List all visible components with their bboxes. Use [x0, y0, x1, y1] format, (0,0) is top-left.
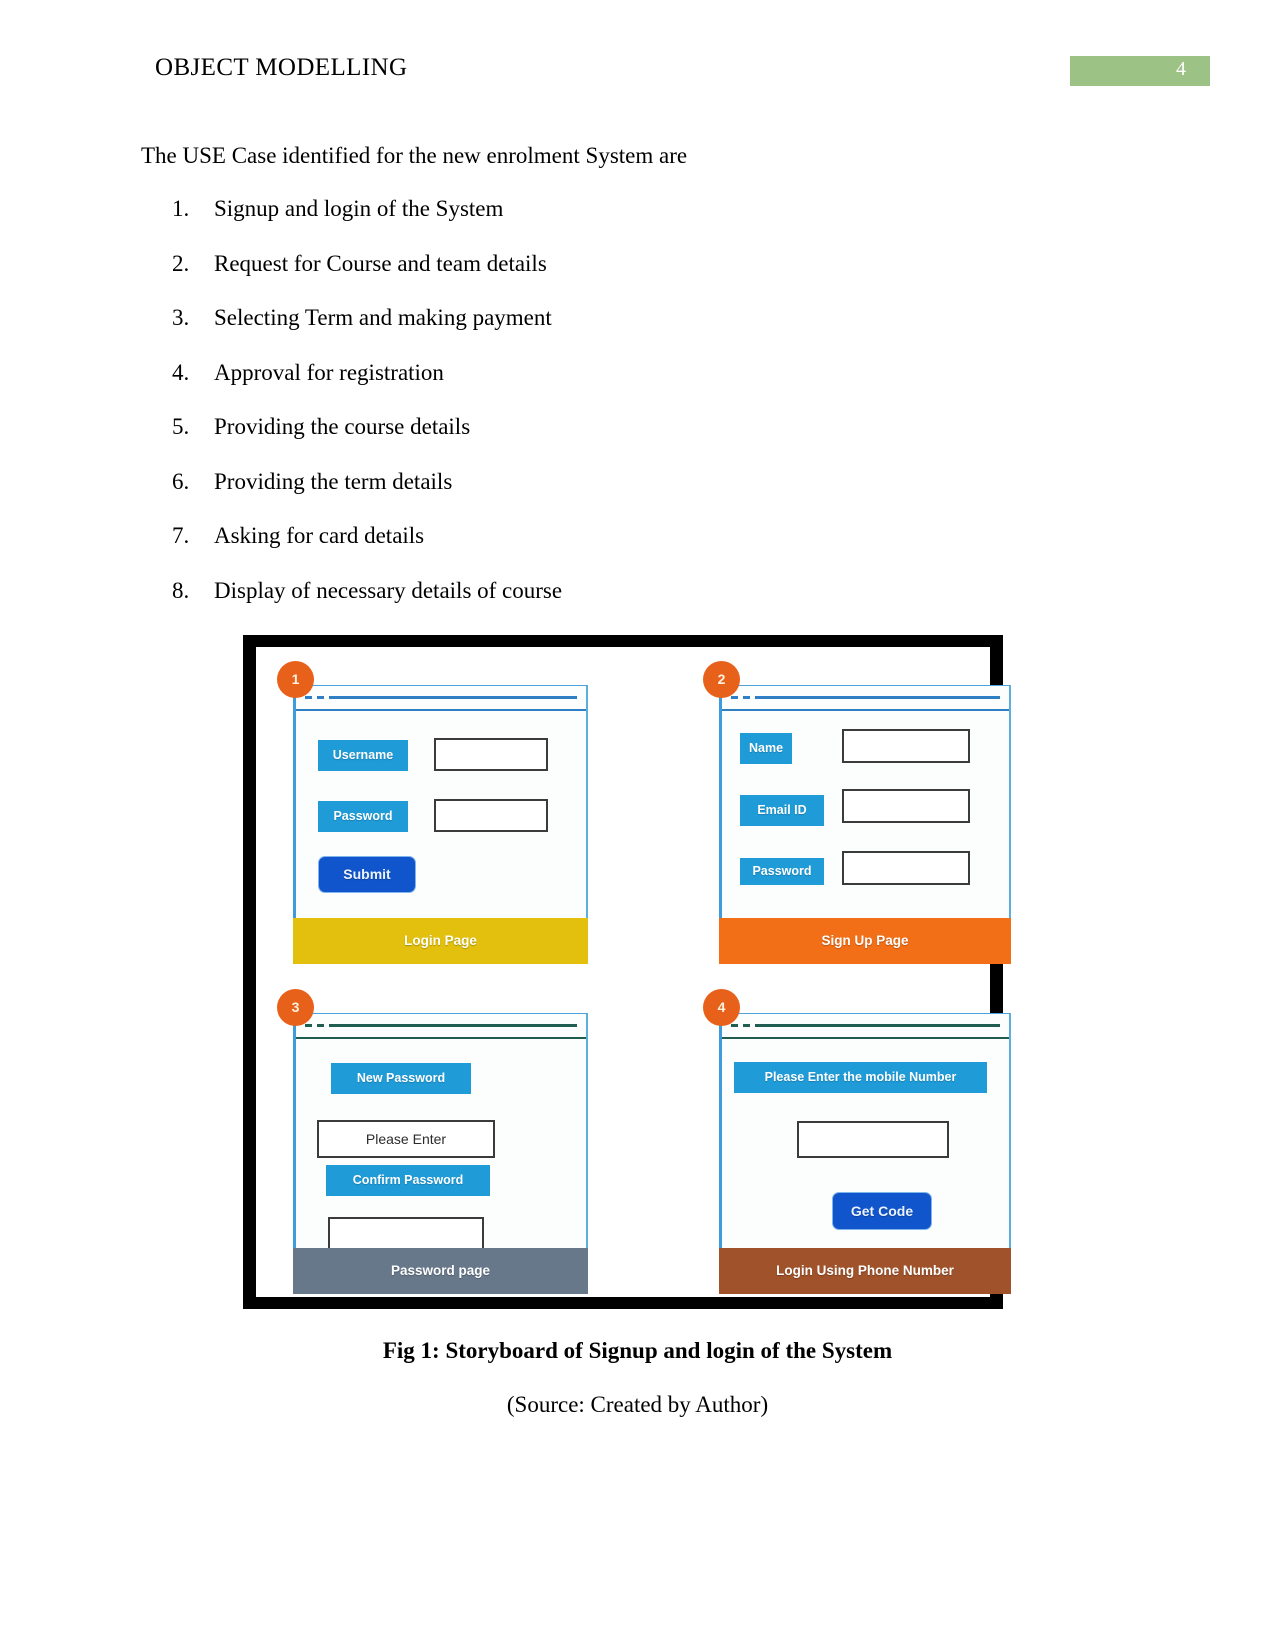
- panel-footer-signup: Sign Up Page: [719, 918, 1011, 964]
- list-item-label: Providing the term details: [214, 468, 453, 494]
- list-item-label: Request for Course and team details: [214, 250, 547, 276]
- browser-chrome: [296, 1014, 586, 1039]
- page-title: OBJECT MODELLING: [155, 54, 408, 81]
- input-password[interactable]: [434, 799, 548, 832]
- field-label-new-password: New Password: [331, 1063, 471, 1094]
- list-item: 6. Providing the term details: [172, 469, 872, 524]
- browser-body: Username Password Submit: [296, 711, 586, 916]
- step-badge-3: 3: [277, 989, 314, 1026]
- field-label-confirm-password: Confirm Password: [326, 1165, 490, 1196]
- browser-mockup-password: New Password Please Enter Confirm Passwo…: [293, 1013, 588, 1254]
- list-item: 7. Asking for card details: [172, 523, 872, 578]
- browser-mockup-signup: Name Email ID Password: [719, 685, 1011, 918]
- list-item-label: Approval for registration: [214, 359, 444, 385]
- list-item-number: 6.: [172, 468, 190, 494]
- figure-caption: Fig 1: Storyboard of Signup and login of…: [382, 1338, 893, 1363]
- chrome-dashes-icon: [305, 696, 577, 699]
- field-row-password: Password: [740, 858, 824, 885]
- input-mobile-number[interactable]: [797, 1121, 949, 1158]
- list-item-number: 5.: [172, 414, 190, 439]
- panel-footer-phone: Login Using Phone Number: [719, 1248, 1011, 1294]
- chrome-dashes-icon: [731, 696, 1000, 699]
- field-label-name: Name: [740, 733, 792, 764]
- list-item-label: Signup and login of the System: [214, 196, 504, 221]
- input-email[interactable]: [842, 789, 970, 823]
- list-item-label: Display of necessary details of course: [214, 577, 563, 603]
- browser-chrome: [296, 686, 586, 711]
- input-name[interactable]: [842, 729, 970, 763]
- list-item-label: Selecting Term and making payment: [214, 305, 552, 330]
- list-item-number: 4.: [172, 359, 190, 385]
- storyboard-panel-password: 3 New Password Please Enter Confirm Pass…: [277, 989, 588, 1294]
- list-item-number: 7.: [172, 523, 190, 548]
- list-item: 1. Signup and login of the System: [172, 196, 872, 251]
- browser-body: Name Email ID Password: [722, 711, 1009, 916]
- browser-body: New Password Please Enter Confirm Passwo…: [296, 1039, 586, 1254]
- list-item: 4. Approval for registration: [172, 360, 872, 415]
- storyboard-panel-signup: 2 Name Email ID Password Sign Up Page: [703, 661, 1011, 964]
- list-item-label: Asking for card details: [214, 523, 425, 548]
- step-badge-1: 1: [277, 661, 314, 698]
- step-badge-2: 2: [703, 661, 740, 698]
- storyboard-panel-login: 1 Username Password Submit Login Page: [277, 661, 588, 964]
- storyboard-panel-phone: 4 Please Enter the mobile Number Get Cod…: [703, 989, 1011, 1294]
- list-item: 3. Selecting Term and making payment: [172, 305, 872, 360]
- input-username[interactable]: [434, 738, 548, 771]
- panel-footer-password: Password page: [293, 1248, 588, 1294]
- list-item-number: 8.: [172, 577, 190, 603]
- input-new-password[interactable]: Please Enter: [317, 1120, 495, 1158]
- field-row-new-password: New Password: [331, 1063, 471, 1094]
- list-item: 2. Request for Course and team details: [172, 251, 872, 306]
- browser-chrome: [722, 686, 1009, 711]
- field-row-mobile-number: Please Enter the mobile Number: [734, 1062, 987, 1093]
- get-code-button[interactable]: Get Code: [832, 1192, 932, 1230]
- chrome-dashes-icon: [305, 1024, 577, 1027]
- list-item: 8. Display of necessary details of course: [172, 578, 872, 633]
- list-item-number: 1.: [172, 196, 190, 221]
- field-label-username: Username: [318, 740, 408, 771]
- browser-body: Please Enter the mobile Number Get Code: [722, 1039, 1009, 1246]
- page-number: 4: [1176, 58, 1186, 80]
- list-item-number: 2.: [172, 250, 190, 276]
- field-row-name: Name: [740, 733, 792, 764]
- intro-paragraph: The USE Case identified for the new enro…: [141, 143, 688, 168]
- browser-mockup-phone: Please Enter the mobile Number Get Code: [719, 1013, 1011, 1248]
- field-label-mobile-number: Please Enter the mobile Number: [734, 1062, 987, 1093]
- field-row-confirm-password: Confirm Password: [326, 1165, 490, 1196]
- step-badge-4: 4: [703, 989, 740, 1026]
- field-row-username: Username: [318, 740, 408, 771]
- submit-button[interactable]: Submit: [318, 856, 416, 893]
- input-new-password-value: Please Enter: [365, 1131, 447, 1147]
- field-label-password: Password: [740, 858, 824, 885]
- page-number-badge: 4: [1070, 56, 1210, 86]
- field-row-password: Password: [318, 801, 408, 832]
- figure-source: (Source: Created by Author): [506, 1392, 769, 1417]
- field-label-password: Password: [318, 801, 408, 832]
- page-header: OBJECT MODELLING 4: [0, 50, 1275, 96]
- use-case-list: 1. Signup and login of the System 2. Reque…: [172, 196, 872, 632]
- browser-chrome: [722, 1014, 1009, 1039]
- storyboard-canvas: 1 Username Password Submit Login Page 2 …: [256, 647, 1011, 1297]
- panel-footer-login: Login Page: [293, 918, 588, 964]
- storyboard-figure: 1 Username Password Submit Login Page 2 …: [243, 635, 1011, 1309]
- field-row-email: Email ID: [740, 795, 824, 826]
- list-item-label: Providing the course details: [214, 414, 471, 439]
- list-item-number: 3.: [172, 305, 190, 330]
- list-item: 5. Providing the course details: [172, 414, 872, 469]
- field-label-email: Email ID: [740, 795, 824, 826]
- input-password[interactable]: [842, 851, 970, 885]
- browser-mockup-login: Username Password Submit: [293, 685, 588, 918]
- chrome-dashes-icon: [731, 1024, 1000, 1027]
